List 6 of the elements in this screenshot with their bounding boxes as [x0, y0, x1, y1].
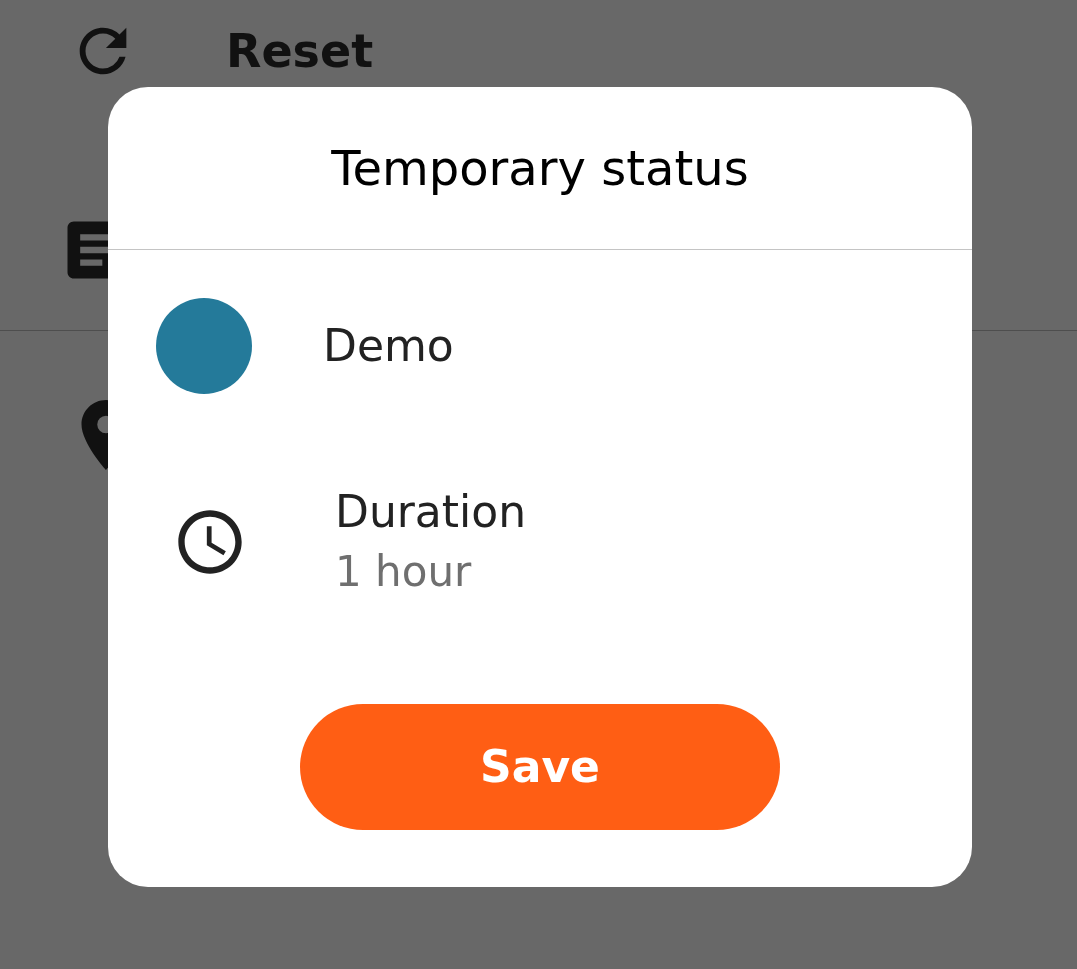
duration-label: Duration [335, 485, 527, 539]
duration-row[interactable]: Duration 1 hour [108, 442, 972, 642]
dialog-title: Temporary status [331, 139, 749, 198]
status-label: Demo [323, 319, 454, 373]
status-row[interactable]: Demo [108, 250, 972, 442]
duration-value: 1 hour [335, 546, 473, 598]
